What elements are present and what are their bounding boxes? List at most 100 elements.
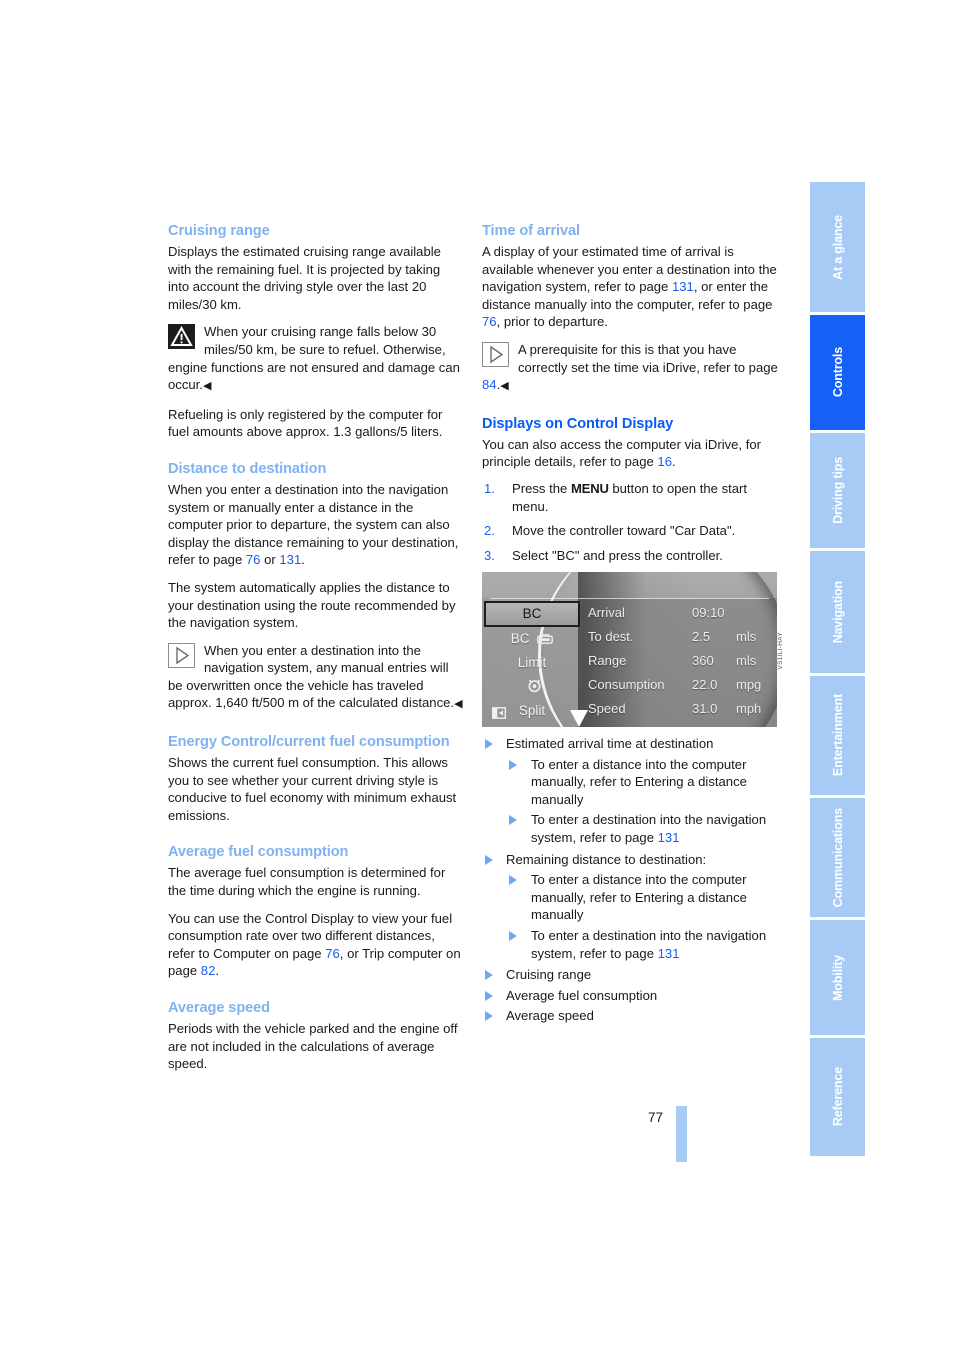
tab-driving-tips[interactable]: Driving tips	[810, 433, 865, 551]
page-ref-82[interactable]: 82	[201, 963, 216, 978]
right-column: Time of arrival A display of your estima…	[482, 222, 778, 571]
tab-controls[interactable]: Controls	[810, 315, 865, 433]
cd-row-speed: Speed 31.0 mph	[588, 697, 777, 721]
avg-fuel-text-c: .	[215, 963, 219, 979]
cd-row-unit: mph	[736, 701, 762, 716]
cd-row-value: 360	[692, 653, 714, 668]
triangle-bullet-icon	[485, 854, 493, 865]
control-display-pointer-icon	[570, 710, 588, 727]
car-icon	[537, 629, 554, 653]
cd-menu-item-limit[interactable]: Limit	[482, 651, 582, 675]
step-number: 3.	[484, 547, 495, 563]
legend-item-3: Cruising range	[482, 966, 778, 984]
cd-row-range: Range 360 mls	[588, 649, 777, 673]
step-number: 2.	[484, 523, 495, 539]
menu-button-label[interactable]: MENU	[571, 481, 609, 496]
step-text-a: Press the	[512, 480, 571, 496]
cd-row-value: 22.0	[692, 677, 718, 692]
heading-distance-to-destination: Distance to destination	[168, 460, 327, 477]
distance-paragraph-2: The system automatically applies the dis…	[168, 579, 456, 631]
cd-row-label: To dest.	[588, 629, 634, 644]
displays-intro-paragraph: You can also access the computer via iDr…	[482, 436, 778, 471]
page-ref-131-legend-1[interactable]: 131	[658, 830, 680, 845]
legend-item-1-sublist: To enter a distance into the computer ma…	[506, 756, 778, 847]
warning-triangle-icon	[168, 324, 195, 350]
tab-reference[interactable]: Reference	[810, 1038, 865, 1156]
tab-communications[interactable]: Communications	[810, 798, 865, 920]
cd-row-consumption: Consumption 22.0 mpg	[588, 673, 777, 697]
tab-label: Driving tips	[830, 457, 845, 524]
note-triangle-icon	[482, 341, 509, 367]
page-ref-76-avgfuel[interactable]: 76	[325, 946, 340, 961]
note-end-mark: ◀	[500, 380, 509, 393]
cd-menu-item-alarm[interactable]	[482, 675, 582, 699]
page-ref-16[interactable]: 16	[657, 454, 672, 469]
page-ref-76-toa[interactable]: 76	[482, 314, 497, 329]
step-2: 2. Move the controller toward "Car Data".	[482, 522, 778, 540]
legend-subitem-text: To enter a destination into the navigati…	[531, 927, 767, 961]
heading-displays-on-control-display: Displays on Control Display	[482, 415, 674, 432]
cd-menu-item-split[interactable]: Split	[482, 699, 582, 723]
note-end-mark: ◀	[454, 698, 463, 711]
alarm-clock-icon	[526, 677, 543, 701]
cd-row-arrival: Arrival 09:10	[588, 601, 777, 625]
cd-row-value: 09:10	[692, 605, 725, 620]
heading-energy-control: Energy Control/current fuel consumption	[168, 734, 450, 751]
toa-text-c: , prior to departure.	[496, 314, 608, 330]
cd-row-unit: mls	[736, 629, 757, 644]
page-ref-84[interactable]: 84	[482, 377, 497, 392]
tab-navigation[interactable]: Navigation	[810, 551, 865, 676]
control-display-menu: BC BC Limit Split	[482, 601, 582, 727]
toa-note-text-a: A prerequisite for this is that you have…	[518, 341, 778, 375]
info-note-distance-text: When you enter a destination into the na…	[168, 642, 455, 711]
left-column: Cruising range Displays the estimated cr…	[168, 222, 464, 1083]
warning-note-text: When your cruising range falls below 30 …	[168, 324, 460, 393]
note-end-mark: ◀	[202, 380, 212, 393]
average-speed-paragraph: Periods with the vehicle parked and the …	[168, 1021, 458, 1072]
cd-row-value: 31.0	[692, 701, 718, 716]
legend-item-1-label: Estimated arrival time at destination	[506, 736, 714, 751]
cd-row-label: Arrival	[588, 605, 625, 620]
legend-subitem: To enter a destination into the navigati…	[506, 927, 778, 962]
heading-average-speed: Average speed	[168, 1000, 270, 1016]
legend-item-5: Average speed	[482, 1007, 778, 1025]
tab-entertainment[interactable]: Entertainment	[810, 676, 865, 798]
step-1: 1. Press the MENU button to open the star…	[482, 480, 778, 515]
heading-cruising-range: Cruising range	[168, 223, 270, 239]
step-text-a: Select "BC" and press the controller.	[512, 547, 723, 563]
legend-item-4: Average fuel consumption	[482, 987, 778, 1005]
page-ref-131-legend-2[interactable]: 131	[658, 946, 680, 961]
figure-legend: Estimated arrival time at destination To…	[482, 735, 778, 1028]
triangle-bullet-icon	[509, 815, 517, 826]
figure-caption-code: VS1ILI-HAY	[777, 632, 784, 670]
refueling-paragraph: Refueling is only registered by the comp…	[168, 406, 443, 440]
page-ref-131-toa[interactable]: 131	[672, 279, 694, 294]
manual-page: Cruising range Displays the estimated cr…	[0, 0, 954, 1351]
cd-menu-item-bc-trip[interactable]: BC	[482, 627, 582, 651]
distance-text-a: When you enter a destination into the na…	[168, 481, 459, 568]
page-number-bar	[676, 1106, 687, 1162]
cd-menu-label: BC	[510, 631, 530, 646]
cd-row-to-dest: To dest. 2.5 mls	[588, 625, 777, 649]
page-ref-76[interactable]: 76	[246, 552, 261, 567]
tab-label: Controls	[830, 347, 845, 398]
avg-fuel-paragraph-1: The average fuel consumption is determin…	[168, 865, 446, 899]
legend-subitem: To enter a distance into the computer ma…	[506, 756, 778, 809]
cd-row-label: Speed	[588, 701, 626, 716]
cd-menu-item-oil[interactable]	[482, 723, 582, 727]
warning-note-cruising-range: When your cruising range falls below 30 …	[168, 323, 464, 395]
legend-item-5-label: Average speed	[506, 1008, 594, 1024]
tab-mobility[interactable]: Mobility	[810, 920, 865, 1038]
tab-at-a-glance[interactable]: At a glance	[810, 182, 865, 315]
procedure-steps: 1. Press the MENU button to open the star…	[482, 480, 778, 564]
step-number: 1.	[484, 480, 495, 496]
legend-item-3-label: Cruising range	[506, 967, 592, 983]
cd-row-label: Range	[588, 653, 627, 668]
cd-menu-item-bc[interactable]: BC	[484, 601, 580, 627]
page-number: 77	[648, 1110, 664, 1125]
distance-text-b: or	[260, 552, 280, 568]
triangle-bullet-icon	[509, 875, 517, 886]
cd-row-label: Consumption	[588, 677, 665, 692]
triangle-bullet-icon	[509, 759, 517, 770]
page-ref-131[interactable]: 131	[279, 552, 301, 567]
